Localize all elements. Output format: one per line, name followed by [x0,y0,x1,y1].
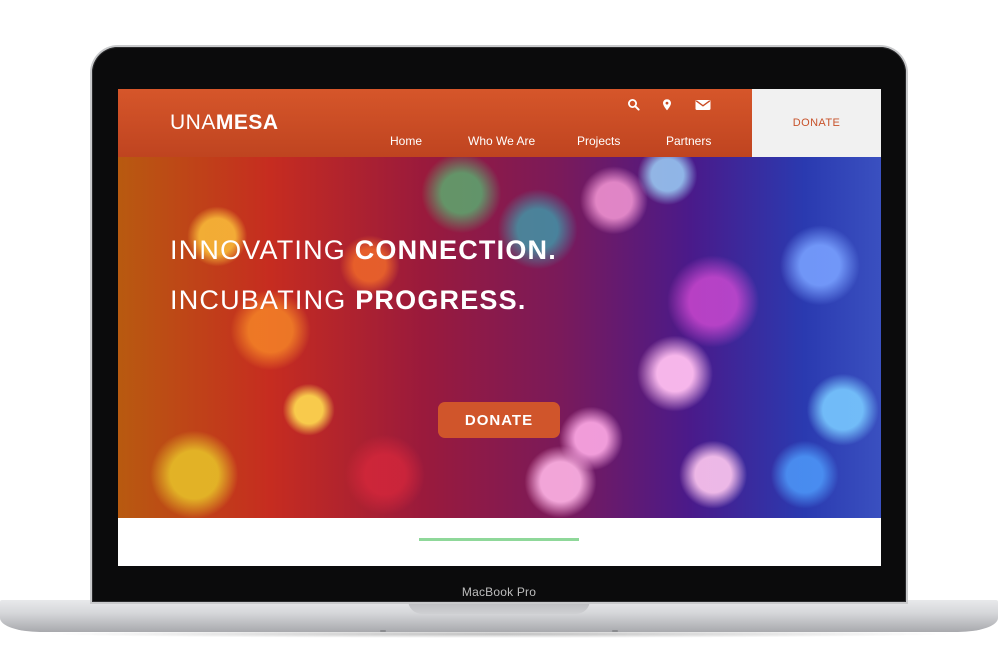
section-divider [419,538,579,541]
nav-projects[interactable]: Projects [577,134,620,148]
main-nav: Home Who We Are Projects Partners [118,134,752,152]
nav-home[interactable]: Home [390,134,422,148]
location-pin-icon[interactable] [659,97,675,113]
search-icon[interactable] [626,97,642,113]
tagline-light-text: INCUBATING [170,285,356,315]
tagline-light-text: INNOVATING [170,235,355,265]
hero-tagline-line1: INNOVATING CONNECTION. [170,235,557,266]
device-label: MacBook Pro [461,585,537,599]
site-logo[interactable]: UNAMESA [170,111,279,135]
tagline-bold-text: PROGRESS. [355,285,527,315]
hero-banner: INNOVATING CONNECTION. INCUBATING PROGRE… [118,157,881,518]
site-header: UNAMESA Home Who We Are Projects Partner… [118,89,752,157]
hero-donate-button[interactable]: DONATE [438,402,560,438]
nav-partners[interactable]: Partners [666,134,711,148]
laptop-foot [612,630,618,632]
laptop-opening-notch [408,600,590,614]
hero-tagline-line2: INCUBATING PROGRESS. [170,285,527,316]
logo-bold-text: MESA [215,111,279,134]
laptop-foot [380,630,386,632]
nav-who-we-are[interactable]: Who We Are [468,134,535,148]
logo-thin-text: UNA [170,111,216,134]
header-donate-button[interactable]: DONATE [752,89,881,157]
laptop-screen: UNAMESA Home Who We Are Projects Partner… [118,89,881,566]
tagline-bold-text: CONNECTION. [354,235,557,265]
mail-icon[interactable] [694,97,712,113]
